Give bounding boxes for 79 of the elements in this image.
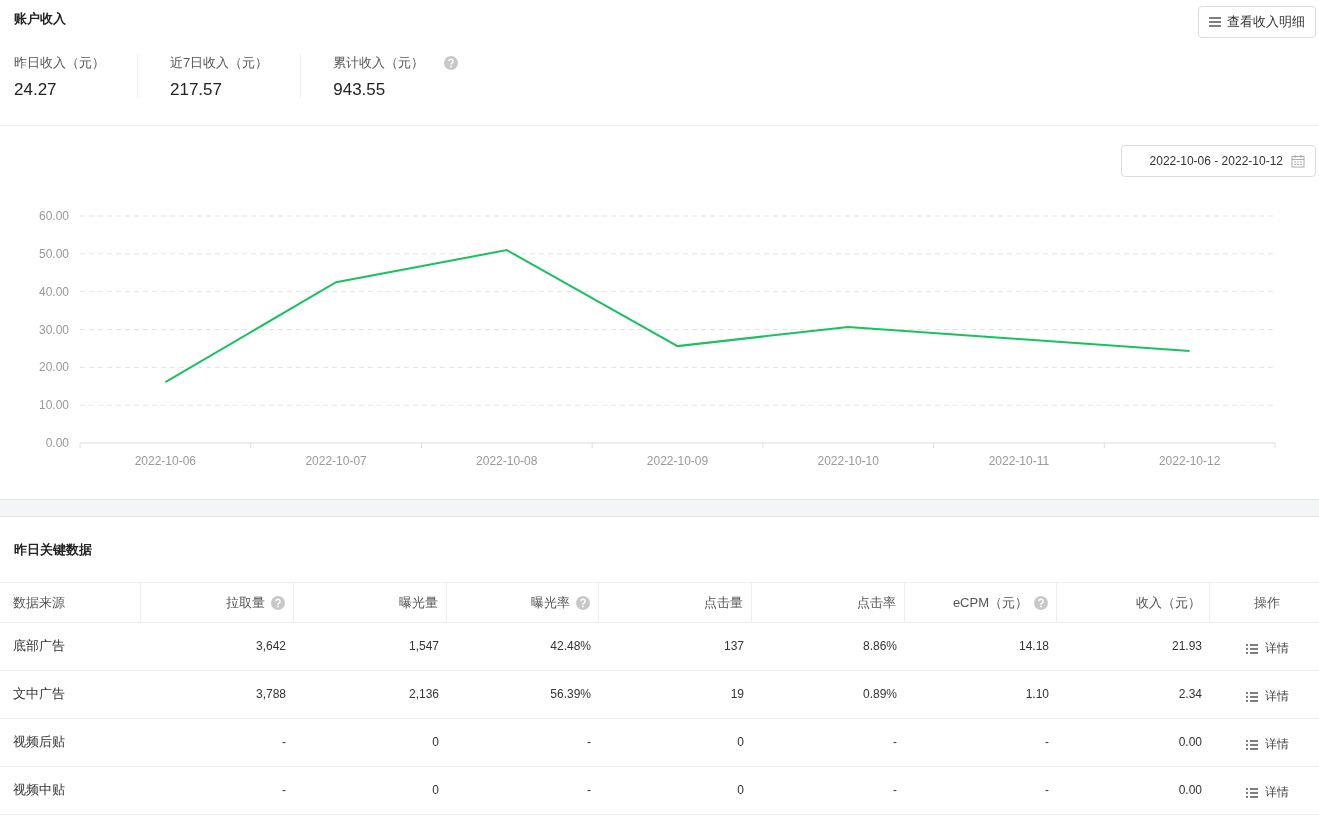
help-icon[interactable] xyxy=(576,595,590,610)
table-cell: 0.89% xyxy=(752,671,905,719)
table-cell: 21.93 xyxy=(1057,623,1210,671)
table-cell: 3,642 xyxy=(141,623,294,671)
detail-link[interactable]: 详情 xyxy=(1245,688,1289,705)
table-cell: 0 xyxy=(599,767,752,815)
stat-label: 昨日收入（元） xyxy=(14,54,105,72)
help-icon[interactable] xyxy=(1034,595,1048,610)
table-cell: 8.86% xyxy=(752,623,905,671)
column-header: 操作 xyxy=(1210,583,1319,623)
table-cell: 42.48% xyxy=(447,623,599,671)
x-axis-label: 2022-10-09 xyxy=(646,454,709,468)
table-cell: - xyxy=(905,767,1057,815)
y-axis-label: 60.00 xyxy=(38,209,69,223)
table-cell: - xyxy=(447,719,599,767)
column-header-text: 曝光率 xyxy=(531,593,570,612)
detail-link[interactable]: 详情 xyxy=(1245,640,1289,657)
stat-value: 24.27 xyxy=(14,80,58,100)
table-cell: 0.00 xyxy=(1057,767,1210,815)
help-icon[interactable] xyxy=(271,595,285,610)
y-axis-label: 30.00 xyxy=(38,322,69,337)
table-cell: 3,788 xyxy=(141,671,294,719)
table-cell: - xyxy=(141,767,294,815)
table-cell: 2.34 xyxy=(1057,671,1210,719)
column-header: 收入（元） xyxy=(1057,583,1210,623)
x-axis-label: 2022-10-07 xyxy=(305,454,367,468)
stat-label: 近7日收入（元） xyxy=(170,54,269,72)
table-cell: 0 xyxy=(294,767,447,815)
table-cell: 视频中贴 xyxy=(0,767,141,815)
column-header: 点击量 xyxy=(599,583,752,623)
column-header-text: 拉取量 xyxy=(226,593,265,612)
list-icon xyxy=(1245,643,1258,654)
table-cell: 1.10 xyxy=(905,671,1057,719)
section-title: 昨日关键数据 xyxy=(13,541,93,559)
table-cell: - xyxy=(752,719,905,767)
x-axis-label: 2022-10-10 xyxy=(817,454,879,468)
table-cell: 2,136 xyxy=(294,671,447,719)
x-axis-label: 2022-10-12 xyxy=(1158,454,1221,468)
table-cell: - xyxy=(447,767,599,815)
column-header: 点击率 xyxy=(752,583,905,623)
table-cell: 19 xyxy=(599,671,752,719)
table-cell: 1,547 xyxy=(294,623,447,671)
column-header: 数据来源 xyxy=(0,583,141,623)
table-cell: 底部广告 xyxy=(0,623,141,671)
table-cell: - xyxy=(905,719,1057,767)
x-axis-label: 2022-10-11 xyxy=(988,454,1050,468)
list-icon xyxy=(1245,691,1258,702)
y-axis-label: 0.00 xyxy=(45,436,69,450)
stat-value: 217.57 xyxy=(170,80,223,100)
y-axis-label: 50.00 xyxy=(38,246,69,261)
table-cell: 视频后贴 xyxy=(0,719,141,767)
x-axis-label: 2022-10-06 xyxy=(134,454,197,468)
y-axis-label: 10.00 xyxy=(38,398,69,413)
section-title: 账户收入 xyxy=(14,10,66,28)
list-icon xyxy=(1245,739,1258,750)
table-cell: 137 xyxy=(599,623,752,671)
income-detail-button[interactable]: 查看收入明细 xyxy=(1198,5,1316,38)
table-cell: - xyxy=(141,719,294,767)
table-cell: 0 xyxy=(294,719,447,767)
y-axis-label: 20.00 xyxy=(38,360,69,375)
table-cell: 14.18 xyxy=(905,623,1057,671)
menu-icon xyxy=(1209,16,1221,27)
table-cell: 56.39% xyxy=(447,671,599,719)
detail-link[interactable]: 详情 xyxy=(1245,784,1289,801)
stat-label: 累计收入（元） xyxy=(333,54,425,72)
table-cell: 0.00 xyxy=(1057,719,1210,767)
y-axis-label: 40.00 xyxy=(38,284,69,299)
detail-link[interactable]: 详情 xyxy=(1245,736,1289,753)
list-icon xyxy=(1245,787,1258,798)
column-header-text: eCPM（元） xyxy=(952,593,1028,612)
help-icon[interactable] xyxy=(444,56,459,70)
table-cell: 文中广告 xyxy=(0,671,141,719)
stat-value: 943.55 xyxy=(333,80,387,100)
table-cell: - xyxy=(752,767,905,815)
table-cell: 0 xyxy=(599,719,752,767)
column-header: 曝光量 xyxy=(294,583,447,623)
x-axis-label: 2022-10-08 xyxy=(476,454,538,468)
calendar-icon xyxy=(1291,154,1305,168)
date-range-picker[interactable]: 2022-10-06 - 2022-10-12 xyxy=(1120,145,1316,177)
